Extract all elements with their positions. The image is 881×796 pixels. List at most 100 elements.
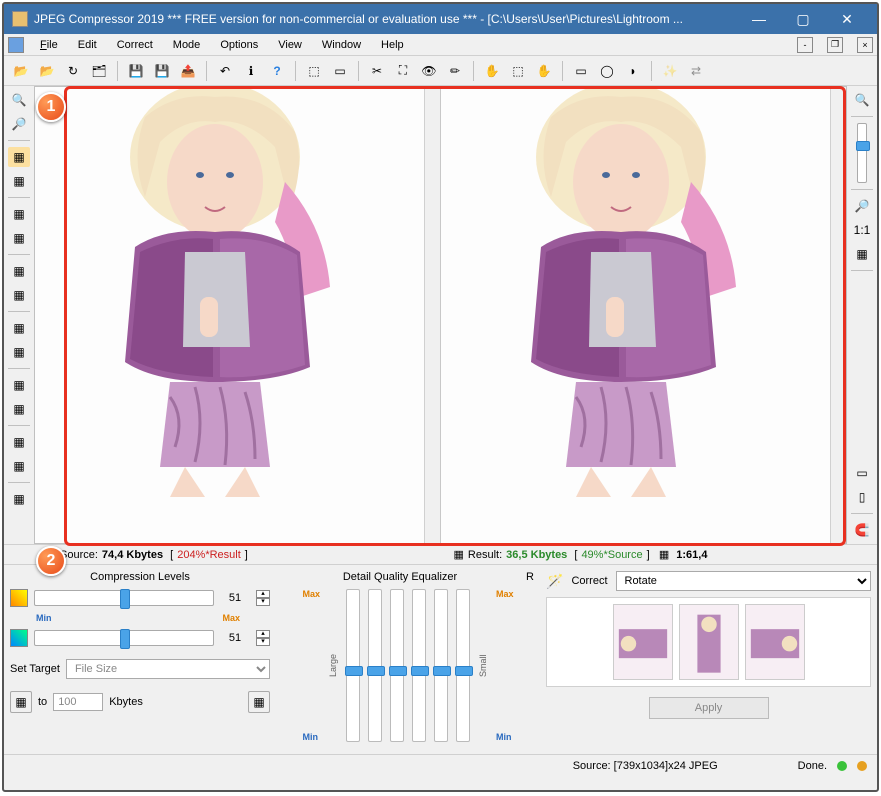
select-icon[interactable]: ⬚ bbox=[507, 60, 529, 82]
hand2-icon[interactable]: ✋ bbox=[533, 60, 555, 82]
rotate-90cw[interactable] bbox=[745, 604, 805, 680]
tool-m-icon[interactable]: ▦ bbox=[8, 489, 30, 509]
menu-edit[interactable]: Edit bbox=[74, 37, 101, 53]
eye-icon[interactable]: 👁 bbox=[418, 60, 440, 82]
target-go-icon[interactable]: ▦ bbox=[248, 691, 270, 713]
info-icon[interactable]: ℹ bbox=[240, 60, 262, 82]
zoom-100-icon[interactable]: 1:1 bbox=[851, 220, 873, 240]
eq-band-1[interactable] bbox=[346, 589, 360, 742]
eq-band-5[interactable] bbox=[434, 589, 448, 742]
eq-band-6[interactable] bbox=[456, 589, 470, 742]
wand-icon[interactable]: 🪄 bbox=[546, 573, 563, 590]
eq-band-4[interactable] bbox=[412, 589, 426, 742]
tool-d-icon[interactable]: ▦ bbox=[8, 228, 30, 248]
single-view-icon[interactable]: ▭ bbox=[329, 60, 351, 82]
chroma-down[interactable]: ▾ bbox=[256, 638, 270, 646]
rect-select-icon[interactable]: ▭ bbox=[570, 60, 592, 82]
source-pane[interactable] bbox=[35, 87, 440, 543]
compare-icon[interactable]: ⬚ bbox=[303, 60, 325, 82]
zoom-in-icon[interactable]: 🔍 bbox=[8, 90, 30, 110]
open-next-icon[interactable]: 📂 bbox=[36, 60, 58, 82]
menu-file[interactable]: FFileile bbox=[36, 37, 62, 53]
mdi-minimize[interactable]: - bbox=[797, 37, 813, 53]
target-mode-select[interactable]: File Size bbox=[66, 659, 270, 679]
rotate-90ccw[interactable] bbox=[613, 604, 673, 680]
ellipse-select-icon[interactable]: ◯ bbox=[596, 60, 618, 82]
result-image bbox=[451, 87, 791, 497]
small-label: Small bbox=[478, 589, 488, 742]
menu-mode[interactable]: Mode bbox=[169, 37, 205, 53]
luma-slider[interactable] bbox=[34, 590, 214, 606]
apply-button[interactable]: Apply bbox=[649, 697, 769, 719]
tool-h-icon[interactable]: ▦ bbox=[8, 342, 30, 362]
tool-c-icon[interactable]: ▦ bbox=[8, 204, 30, 224]
menu-view[interactable]: View bbox=[274, 37, 306, 53]
min-label: Min bbox=[36, 613, 52, 623]
open-icon[interactable]: 📂 bbox=[10, 60, 32, 82]
equalizer-r[interactable]: R bbox=[522, 571, 538, 583]
resize-icon[interactable]: ⛶ bbox=[392, 60, 414, 82]
mdi-close[interactable]: × bbox=[857, 37, 873, 53]
ratio-value: 1:61,4 bbox=[676, 549, 707, 561]
help-icon[interactable]: ? bbox=[266, 60, 288, 82]
titlebar: JPEG Compressor 2019 *** FREE version fo… bbox=[4, 4, 877, 34]
unit-label: Kbytes bbox=[109, 696, 143, 708]
tool-g-icon[interactable]: ▦ bbox=[8, 318, 30, 338]
sync-icon[interactable]: 🧲 bbox=[851, 520, 873, 540]
eq-band-2[interactable] bbox=[368, 589, 382, 742]
target-apply-icon[interactable]: ▦ bbox=[10, 691, 32, 713]
equalizer-panel: Detail Quality EqualizerR MaxMin Large S… bbox=[278, 571, 538, 748]
to-label: to bbox=[38, 696, 47, 708]
menu-help[interactable]: Help bbox=[377, 37, 408, 53]
tool-b-icon[interactable]: ▦ bbox=[8, 171, 30, 191]
wand-icon[interactable]: ✨ bbox=[659, 60, 681, 82]
luma-up[interactable]: ▴ bbox=[256, 590, 270, 598]
tool-j-icon[interactable]: ▦ bbox=[8, 399, 30, 419]
flip-icon[interactable]: ⇄ bbox=[685, 60, 707, 82]
tool-a-icon[interactable]: ▦ bbox=[8, 147, 30, 167]
menu-window[interactable]: Window bbox=[318, 37, 365, 53]
zoom-out-icon[interactable]: 🔎 bbox=[8, 114, 30, 134]
source-scrollbar[interactable] bbox=[424, 87, 440, 543]
tool-i-icon[interactable]: ▦ bbox=[8, 375, 30, 395]
mdi-restore[interactable]: ❐ bbox=[827, 37, 843, 53]
eq-band-3[interactable] bbox=[390, 589, 404, 742]
close-button[interactable]: ✕ bbox=[825, 4, 869, 34]
layout-v-icon[interactable]: ▯ bbox=[851, 487, 873, 507]
tool-f-icon[interactable]: ▦ bbox=[8, 285, 30, 305]
menu-correct[interactable]: Correct bbox=[113, 37, 157, 53]
reload-icon[interactable]: ↻ bbox=[62, 60, 84, 82]
hand-icon[interactable]: ✋ bbox=[481, 60, 503, 82]
export-icon[interactable]: 📤 bbox=[177, 60, 199, 82]
maximize-button[interactable]: ▢ bbox=[781, 4, 825, 34]
chroma-icon[interactable] bbox=[10, 629, 28, 647]
zoom-fit-icon[interactable]: 🔎 bbox=[851, 196, 873, 216]
result-pane[interactable] bbox=[441, 87, 846, 543]
minimize-button[interactable]: — bbox=[737, 4, 781, 34]
rotate-none[interactable] bbox=[679, 604, 739, 680]
chroma-slider[interactable] bbox=[34, 630, 214, 646]
tool-k-icon[interactable]: ▦ bbox=[8, 432, 30, 452]
zoom-slider[interactable] bbox=[857, 123, 867, 183]
menu-options[interactable]: Options bbox=[216, 37, 262, 53]
chroma-up[interactable]: ▴ bbox=[256, 630, 270, 638]
tool-e-icon[interactable]: ▦ bbox=[8, 261, 30, 281]
lasso-icon[interactable]: ◗ bbox=[622, 60, 644, 82]
tool-l-icon[interactable]: ▦ bbox=[8, 456, 30, 476]
workspace: 🔍 🔎 ▦ ▦ ▦ ▦ ▦ ▦ ▦ ▦ ▦ ▦ ▦ ▦ ▦ bbox=[4, 86, 877, 544]
save-icon[interactable] bbox=[8, 37, 24, 53]
folder-browse-icon[interactable]: 🗂 bbox=[88, 60, 110, 82]
edit-icon[interactable]: ✏ bbox=[444, 60, 466, 82]
save-icon[interactable]: 💾 bbox=[125, 60, 147, 82]
undo-icon[interactable]: ↶ bbox=[214, 60, 236, 82]
luma-icon[interactable] bbox=[10, 589, 28, 607]
luma-down[interactable]: ▾ bbox=[256, 598, 270, 606]
layout-h-icon[interactable]: ▭ bbox=[851, 463, 873, 483]
correct-dropdown[interactable]: Rotate bbox=[616, 571, 872, 591]
save-as-icon[interactable]: 💾 bbox=[151, 60, 173, 82]
result-scrollbar[interactable] bbox=[830, 87, 846, 543]
target-value-input[interactable] bbox=[53, 693, 103, 711]
crop-icon[interactable]: ✂ bbox=[366, 60, 388, 82]
zoom-tool-icon[interactable]: 🔍 bbox=[851, 90, 873, 110]
zoom-actual-icon[interactable]: ▦ bbox=[851, 244, 873, 264]
